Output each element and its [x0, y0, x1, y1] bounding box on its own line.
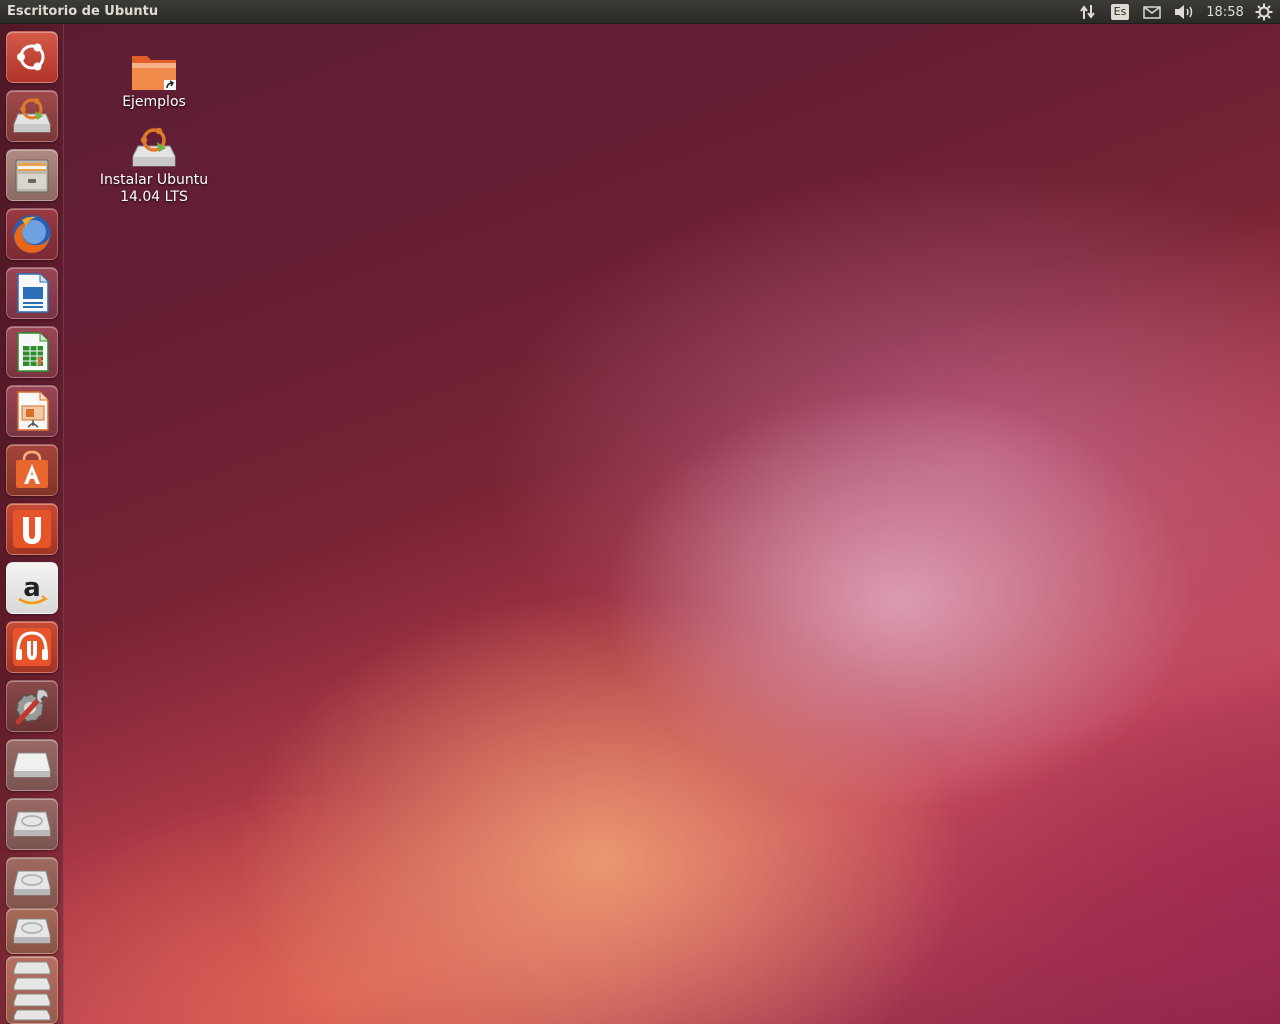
launcher-item-calc[interactable] — [6, 326, 58, 378]
libreoffice-impress-icon — [17, 391, 49, 431]
launcher-item-impress[interactable] — [6, 385, 58, 437]
network-icon — [1080, 5, 1095, 19]
network-indicator[interactable] — [1078, 3, 1098, 21]
launcher-item-stacked-drives[interactable] — [6, 956, 58, 1024]
folder-link-icon — [132, 56, 176, 90]
optical-drive-icon — [13, 752, 51, 778]
clock-time: 18:58 — [1206, 4, 1244, 20]
desktop-icon-label-line1: Instalar Ubuntu — [99, 172, 209, 188]
launcher-item-ubuntu-one-music[interactable] — [6, 621, 58, 673]
hard-drive-icon — [13, 918, 51, 944]
amazon-icon: a — [18, 573, 49, 605]
launcher-item-software-center[interactable] — [6, 444, 58, 496]
keyboard-layout-label: Es — [1110, 4, 1130, 20]
keyboard-layout-indicator[interactable]: Es — [1110, 3, 1130, 21]
hard-drive-icon — [13, 870, 51, 896]
launcher-item-hard-drive-2[interactable] — [6, 857, 58, 909]
launcher-item-hard-drive-3[interactable] — [6, 908, 58, 954]
ubuntu-one-icon — [13, 510, 51, 548]
svg-text:a: a — [23, 573, 41, 603]
desktop-wallpaper: Escritorio de Ubuntu Es 18:58 a Ejemplos… — [0, 0, 1280, 1024]
launcher-item-dash[interactable] — [6, 31, 58, 83]
messaging-indicator[interactable] — [1142, 3, 1162, 21]
hard-drive-icon — [13, 811, 51, 837]
launcher-item-amazon[interactable]: a — [6, 562, 58, 614]
ubuntu-installer-icon — [13, 98, 51, 133]
mail-icon — [1143, 5, 1161, 19]
desktop-icon-label: Ejemplos — [122, 94, 186, 110]
ubuntu-installer-icon — [132, 127, 176, 167]
system-settings-icon — [15, 689, 49, 725]
libreoffice-calc-icon — [17, 332, 49, 372]
launcher-item-ubuntu-one[interactable] — [6, 503, 58, 555]
launcher-item-firefox[interactable] — [6, 208, 58, 260]
desktop-icon-install-ubuntu[interactable]: Instalar Ubuntu 14.04 LTS — [94, 124, 214, 206]
launcher-item-hard-drive-1[interactable] — [6, 798, 58, 850]
software-center-icon — [16, 450, 48, 488]
window-title: Escritorio de Ubuntu — [7, 4, 159, 19]
desktop-icon-label-line2: 14.04 LTS — [120, 189, 188, 205]
session-gear-icon — [1255, 3, 1273, 21]
launcher-item-optical-drive[interactable] — [6, 739, 58, 791]
desktop-icon-ejemplos[interactable]: Ejemplos — [94, 50, 214, 111]
clock-indicator[interactable]: 18:58 — [1204, 3, 1246, 21]
launcher-item-system-settings[interactable] — [6, 680, 58, 732]
top-panel: Escritorio de Ubuntu Es 18:58 — [0, 0, 1280, 24]
sound-indicator[interactable] — [1173, 3, 1195, 21]
libreoffice-writer-icon — [17, 273, 49, 313]
ubuntu-one-music-icon — [13, 628, 51, 666]
files-icon — [15, 159, 49, 193]
ubuntu-dash-icon — [17, 43, 45, 71]
sound-icon — [1175, 5, 1193, 19]
stacked-drives-icon — [13, 961, 51, 1021]
launcher-item-installer[interactable] — [6, 90, 58, 142]
launcher: a — [0, 24, 64, 1024]
launcher-item-files[interactable] — [6, 149, 58, 201]
session-indicator[interactable] — [1254, 3, 1274, 21]
launcher-item-writer[interactable] — [6, 267, 58, 319]
firefox-icon — [13, 215, 51, 253]
